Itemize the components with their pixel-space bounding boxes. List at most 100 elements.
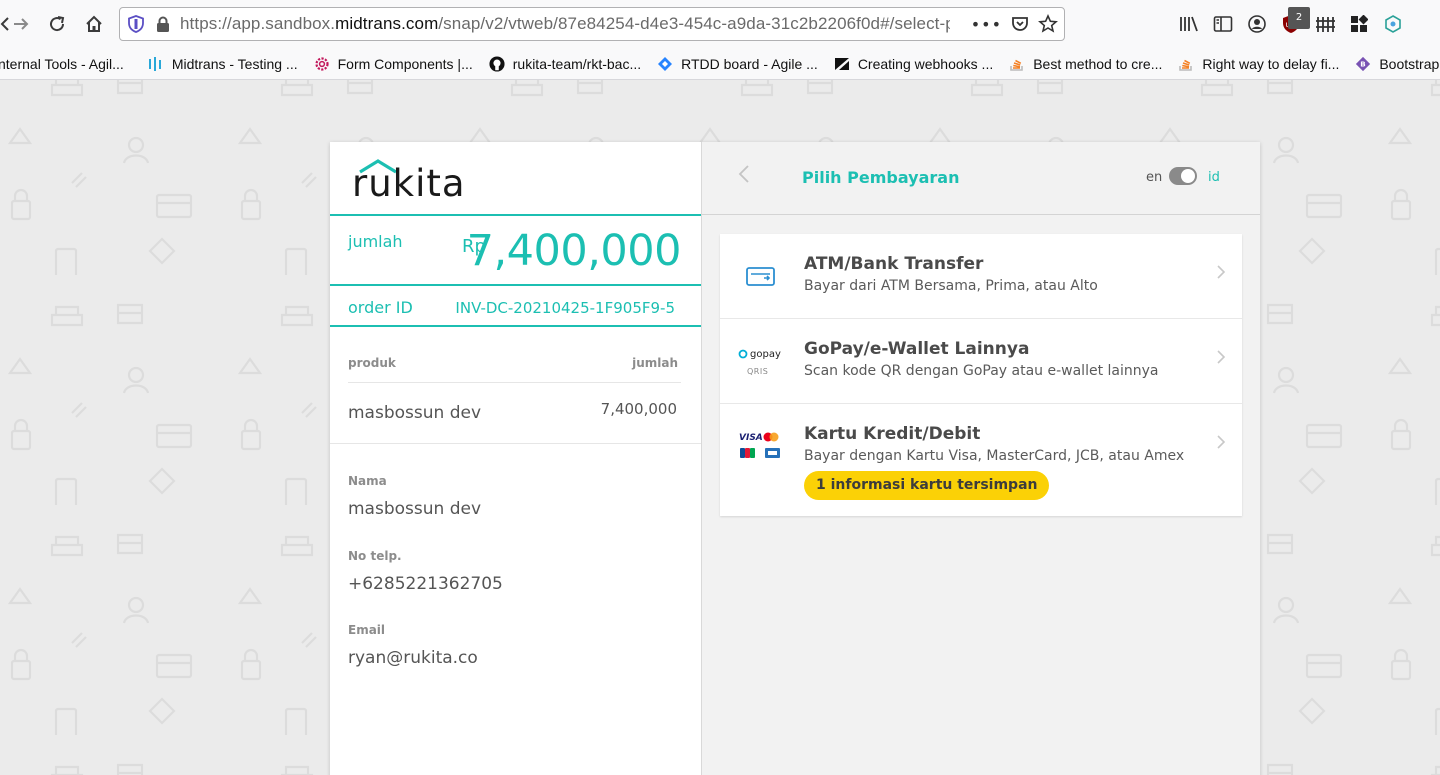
pocket-icon[interactable] — [1010, 14, 1030, 34]
total-amount: 7,400,000 — [466, 226, 682, 276]
saved-card-badge[interactable]: 1 informasi kartu tersimpan — [804, 471, 1050, 500]
method-title: Kartu Kredit/Debit — [804, 424, 981, 444]
url-path: /snap/v2/vtweb/87e84254-d4e3-454c-a9da-3… — [438, 14, 950, 33]
lock-icon[interactable] — [156, 16, 170, 33]
stackoverflow-icon — [1009, 56, 1025, 72]
bookmark-item[interactable]: Creating webhooks ... — [826, 56, 1001, 72]
bookmark-item[interactable]: Best method to cre... — [1001, 56, 1170, 72]
product-table-header: produk jumlah — [348, 356, 678, 370]
order-id-label: order ID — [348, 298, 413, 317]
bootstrap-icon: B — [1355, 56, 1371, 72]
visa-logo-text: VISA — [739, 433, 763, 443]
amount-box: jumlah Rp 7,400,000 order ID INV-DC-2021… — [330, 214, 701, 327]
product-divider — [348, 382, 681, 383]
payment-method-gopay[interactable]: gopay QRIS GoPay/e-Wallet Lainnya Scan k… — [720, 319, 1242, 404]
extension-badge: 2 — [1288, 7, 1310, 29]
bookmark-item[interactable]: B Bootstrap Em — [1347, 56, 1440, 72]
gear-icon — [314, 56, 330, 72]
order-details-panel: rukita jumlah Rp 7,400,000 order ID INV-… — [330, 142, 701, 775]
midtrans-icon — [148, 56, 164, 72]
stackoverflow-icon — [1178, 56, 1194, 72]
bookmark-item[interactable]: nternal Tools - Agil... — [0, 56, 132, 72]
url-text[interactable]: https://app.sandbox.midtrans.com/snap/v2… — [180, 14, 950, 34]
order-id-value: INV-DC-20210425-1F905F9-5 — [455, 299, 675, 317]
account-icon[interactable] — [1246, 13, 1268, 35]
amount-column-header: jumlah — [632, 356, 678, 370]
customer-name-label: Nama — [348, 474, 387, 488]
bookmark-label: Creating webhooks ... — [857, 55, 994, 72]
bookmark-label: Midtrans - Testing ... — [171, 55, 298, 72]
sidebar-icon[interactable] — [1212, 13, 1234, 35]
product-amount: 7,400,000 — [600, 400, 677, 418]
url-domain: midtrans.com — [335, 14, 439, 33]
bookmark-item[interactable]: Form Components |... — [306, 56, 481, 72]
ublock-shield-icon[interactable]: uO 2 — [1280, 7, 1310, 35]
bookmark-item[interactable]: rukita-team/rkt-bac... — [481, 56, 649, 72]
grid-extension-icon[interactable] — [1348, 13, 1370, 35]
qris-logo-text: QRIS — [747, 367, 768, 376]
payment-method-bank-transfer[interactable]: ATM/Bank Transfer Bayar dari ATM Bersama… — [720, 234, 1242, 319]
lang-id-label[interactable]: id — [1208, 170, 1220, 185]
url-prefix: https://app.sandbox. — [180, 14, 336, 33]
bank-card-icon — [738, 258, 784, 298]
bookmarks-bar: nternal Tools - Agil... Midtrans - Testi… — [0, 48, 1440, 80]
library-icon[interactable] — [1178, 13, 1200, 35]
toggle-knob — [1181, 169, 1195, 183]
bookmark-star-icon[interactable] — [1038, 14, 1058, 34]
method-title: ATM/Bank Transfer — [804, 254, 984, 274]
logo-text: rukita — [352, 162, 466, 205]
diamond-icon — [657, 56, 673, 72]
snap-payment-card: rukita jumlah Rp 7,400,000 order ID INV-… — [330, 142, 1260, 775]
tracking-shield-icon[interactable] — [128, 15, 144, 33]
payment-selection-panel: Pilih Pembayaran en id ATM/Bank Transfer… — [701, 142, 1260, 775]
product-name: masbossun dev — [348, 403, 482, 423]
customer-phone-label: No telp. — [348, 549, 402, 563]
payment-header: Pilih Pembayaran en id — [702, 142, 1260, 215]
bookmark-label: nternal Tools - Agil... — [0, 55, 124, 72]
customer-phone: +6285221362705 — [348, 574, 503, 594]
customer-email: ryan@rukita.co — [348, 648, 478, 668]
more-actions-icon[interactable]: ••• — [971, 15, 1002, 34]
network-extension-icon[interactable] — [1382, 13, 1404, 35]
method-title: GoPay/e-Wallet Lainnya — [804, 339, 1030, 359]
back-chevron-icon[interactable] — [738, 164, 750, 190]
browser-toolbar: https://app.sandbox.midtrans.com/snap/v2… — [0, 0, 1440, 48]
bookmark-label: Bootstrap Em — [1379, 55, 1440, 72]
language-toggle[interactable] — [1169, 167, 1197, 185]
payment-method-credit-card[interactable]: VISA Kartu Kredit/Debit Bayar dengan Kar… — [720, 404, 1242, 516]
payment-method-list: ATM/Bank Transfer Bayar dari ATM Bersama… — [720, 234, 1242, 516]
gopay-qris-icon: gopay QRIS — [738, 343, 784, 383]
chevron-right-icon — [1216, 264, 1226, 285]
zendesk-icon — [834, 56, 850, 72]
customer-name: masbossun dev — [348, 499, 482, 519]
fence-extension-icon[interactable] — [1314, 13, 1336, 35]
svg-text:B: B — [1361, 59, 1366, 68]
method-subtitle: Bayar dengan Kartu Visa, MasterCard, JCB… — [804, 448, 1185, 464]
bookmark-label: Form Components |... — [337, 55, 473, 72]
payment-title: Pilih Pembayaran — [802, 168, 960, 187]
url-bar[interactable]: https://app.sandbox.midtrans.com/snap/v2… — [119, 7, 1065, 41]
bookmark-label: rukita-team/rkt-bac... — [512, 55, 642, 72]
bookmark-item[interactable]: Right way to delay fi... — [1170, 56, 1347, 72]
method-subtitle: Bayar dari ATM Bersama, Prima, atau Alto — [804, 278, 1098, 294]
amount-label: jumlah — [348, 232, 403, 251]
bookmark-label: Best method to cre... — [1033, 55, 1163, 72]
section-divider — [330, 443, 701, 444]
amount-separator — [330, 284, 701, 286]
customer-email-label: Email — [348, 623, 386, 637]
chevron-right-icon — [1216, 349, 1226, 370]
lang-en-label[interactable]: en — [1146, 170, 1162, 185]
github-icon — [489, 55, 505, 72]
bookmark-item[interactable]: Midtrans - Testing ... — [140, 56, 306, 72]
gopay-logo-text: gopay — [750, 349, 781, 360]
merchant-logo: rukita — [352, 158, 482, 205]
product-column-header: produk — [348, 356, 396, 370]
bookmark-item[interactable]: RTDD board - Agile ... — [649, 56, 826, 72]
method-subtitle: Scan kode QR dengan GoPay atau e-wallet … — [804, 363, 1159, 379]
chevron-right-icon — [1216, 434, 1226, 455]
forward-arrow-icon[interactable] — [4, 7, 38, 41]
card-brands-icon: VISA — [738, 428, 784, 468]
home-icon[interactable] — [77, 7, 111, 41]
reload-icon[interactable] — [40, 7, 74, 41]
bookmark-label: Right way to delay fi... — [1202, 55, 1340, 72]
